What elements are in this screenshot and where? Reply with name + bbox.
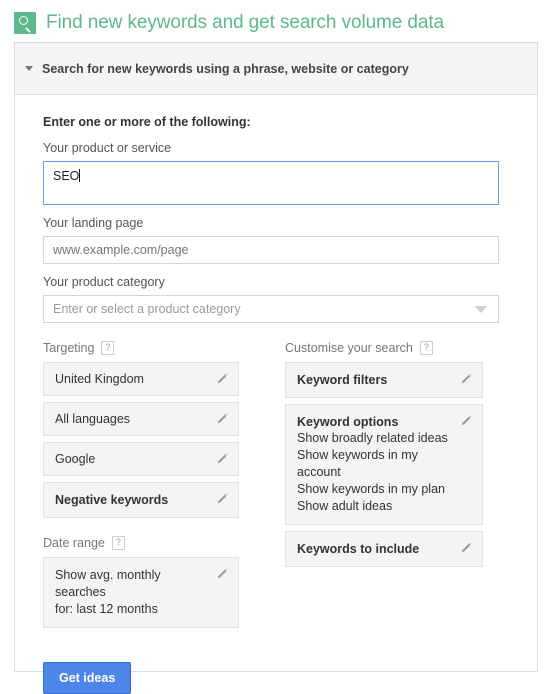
landing-page-input[interactable]	[43, 236, 499, 264]
targeting-item-label: Google	[55, 452, 96, 466]
form-heading: Enter one or more of the following:	[43, 115, 251, 129]
product-or-service-label: Your product or service	[43, 141, 172, 155]
field-landing-page: Your landing page	[43, 216, 513, 264]
page-header: Find new keywords and get search volume …	[0, 0, 550, 42]
help-icon[interactable]: ?	[111, 536, 125, 550]
pencil-icon[interactable]	[215, 372, 229, 386]
targeting-item-negative-keywords[interactable]: Negative keywords	[43, 482, 239, 518]
field-product-category: Your product category Enter or select a …	[43, 275, 513, 323]
targeting-label-text: Targeting	[43, 341, 95, 355]
keyword-option-line: Show keywords in my plan	[297, 482, 445, 496]
chevron-down-icon[interactable]	[25, 66, 33, 71]
targeting-item-label: United Kingdom	[55, 372, 144, 386]
pencil-icon[interactable]	[459, 414, 473, 428]
product-or-service-value: SEO	[53, 169, 80, 183]
help-icon[interactable]: ?	[101, 341, 115, 355]
keyword-options-title: Keyword options	[297, 415, 399, 429]
search-icon	[14, 12, 36, 34]
pencil-icon[interactable]	[215, 452, 229, 466]
page-title: Find new keywords and get search volume …	[46, 12, 444, 33]
panel-body: Enter one or more of the following: Your…	[15, 95, 537, 634]
options-columns: Targeting ? United Kingdom All languages	[43, 341, 513, 634]
product-category-label: Your product category	[43, 275, 165, 289]
product-category-select[interactable]: Enter or select a product category	[43, 295, 499, 323]
date-range-line-2: for: last 12 months	[55, 602, 158, 616]
date-range-box[interactable]: Show avg. monthly searches for: last 12 …	[43, 557, 239, 628]
date-range-label-text: Date range	[43, 536, 105, 550]
keyword-option-line: Show adult ideas	[297, 499, 393, 513]
keyword-filters-box[interactable]: Keyword filters	[285, 362, 483, 398]
landing-page-label: Your landing page	[43, 216, 144, 230]
pencil-icon[interactable]	[459, 541, 473, 555]
targeting-item-language[interactable]: All languages	[43, 402, 239, 436]
search-panel: Search for new keywords using a phrase, …	[14, 42, 538, 694]
customise-section-label: Customise your search ?	[285, 341, 483, 355]
date-range-section-label: Date range ?	[43, 536, 239, 550]
keyword-options-box[interactable]: Keyword options Show broadly related ide…	[285, 404, 483, 525]
pencil-icon[interactable]	[215, 567, 229, 581]
targeting-item-location[interactable]: United Kingdom	[43, 362, 239, 396]
product-category-placeholder: Enter or select a product category	[53, 302, 241, 316]
help-icon[interactable]: ?	[419, 341, 433, 355]
get-ideas-button[interactable]: Get ideas	[43, 662, 132, 694]
targeting-section-label: Targeting ?	[43, 341, 239, 355]
targeting-item-label: All languages	[55, 412, 131, 426]
panel-collapse-header[interactable]: Search for new keywords using a phrase, …	[15, 43, 537, 95]
keywords-to-include-title: Keywords to include	[297, 542, 420, 556]
product-or-service-input[interactable]: SEO	[43, 161, 499, 205]
customise-label-text: Customise your search	[285, 341, 413, 355]
date-range-line-1: Show avg. monthly searches	[55, 568, 161, 599]
pencil-icon[interactable]	[215, 412, 229, 426]
panel-header-label: Search for new keywords using a phrase, …	[42, 61, 409, 76]
keyword-filters-title: Keyword filters	[297, 373, 388, 387]
targeting-item-label: Negative keywords	[55, 493, 169, 507]
keywords-to-include-box[interactable]: Keywords to include	[285, 531, 483, 567]
actions-row: Get ideas	[15, 634, 537, 694]
pencil-icon[interactable]	[215, 492, 229, 506]
field-product-or-service: Your product or service SEO	[43, 141, 513, 205]
keyword-option-line: Show broadly related ideas	[297, 431, 448, 445]
targeting-item-network[interactable]: Google	[43, 442, 239, 476]
keyword-option-line: Show keywords in my account	[297, 448, 418, 479]
customise-column: Customise your search ? Keyword filters …	[285, 341, 483, 634]
pencil-icon[interactable]	[459, 372, 473, 386]
targeting-column: Targeting ? United Kingdom All languages	[43, 341, 239, 634]
chevron-down-icon[interactable]	[475, 305, 487, 313]
text-cursor	[79, 169, 81, 182]
